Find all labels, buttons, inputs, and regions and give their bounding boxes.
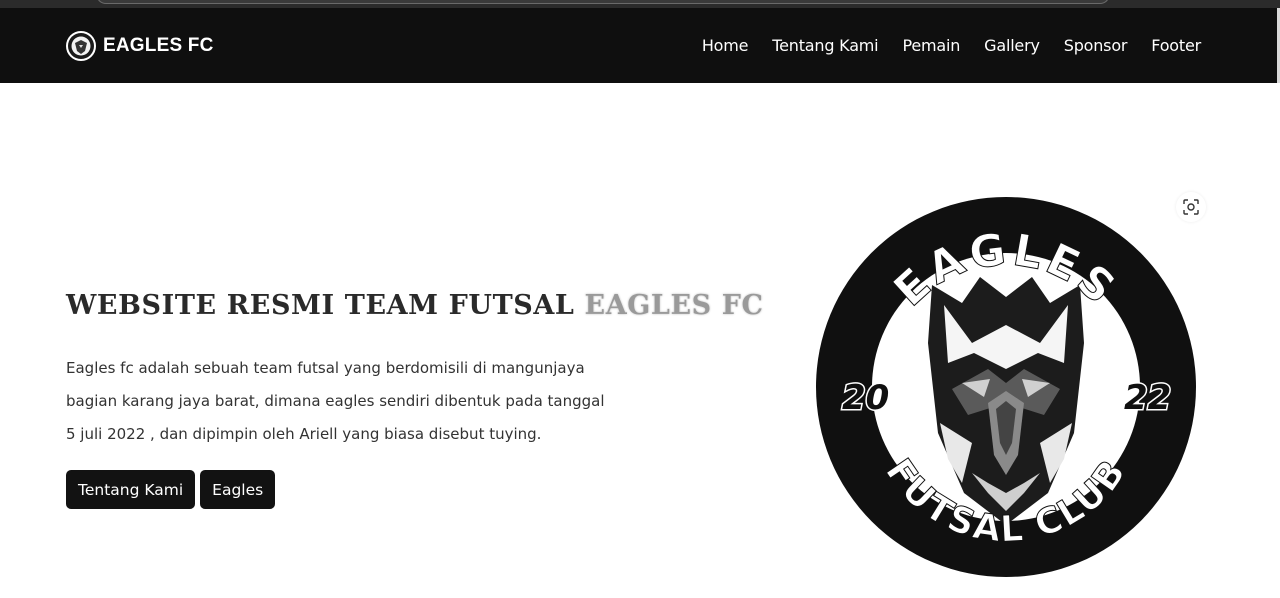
nav-links: Home Tentang Kami Pemain Gallery Sponsor…: [702, 36, 1201, 55]
description-line: 5 juli 2022 , dan dipimpin oleh Ariell y…: [66, 425, 542, 443]
hero-title-main: WEBSITE RESMI TEAM FUTSAL: [66, 290, 575, 321]
emblem-year-left: 20: [842, 378, 889, 418]
visual-search-icon[interactable]: [1176, 192, 1206, 222]
eagles-button[interactable]: Eagles: [200, 470, 276, 509]
nav-link-gallery[interactable]: Gallery: [984, 36, 1040, 55]
description-line: bagian karang jaya barat, dimana eagles …: [66, 392, 605, 410]
navbar: EAGLES FC Home Tentang Kami Pemain Galle…: [0, 8, 1277, 83]
hero-description: Eagles fc adalah sebuah team futsal yang…: [66, 352, 606, 451]
club-emblem: EAGLES FUTSAL CLUB 20 22: [812, 193, 1200, 581]
brand-link[interactable]: EAGLES FC: [66, 30, 214, 61]
emblem-year-right: 22: [1124, 378, 1171, 418]
nav-link-tentang-kami[interactable]: Tentang Kami: [772, 36, 878, 55]
hero-title: WEBSITE RESMI TEAM FUTSAL EAGLES FC: [66, 290, 764, 321]
nav-link-pemain[interactable]: Pemain: [902, 36, 960, 55]
address-bar[interactable]: [96, 0, 1110, 4]
nav-link-home[interactable]: Home: [702, 36, 749, 55]
hero-title-accent: EAGLES FC: [584, 290, 764, 321]
hero-buttons: Tentang Kami Eagles: [66, 470, 276, 509]
brand-name: EAGLES FC: [103, 34, 214, 56]
nav-link-sponsor[interactable]: Sponsor: [1064, 36, 1128, 55]
nav-link-footer[interactable]: Footer: [1151, 36, 1201, 55]
eagle-logo-icon: [66, 30, 96, 61]
browser-top-strip: [0, 0, 1280, 8]
description-line: Eagles fc adalah sebuah team futsal yang…: [66, 359, 585, 377]
tentang-kami-button[interactable]: Tentang Kami: [66, 470, 196, 509]
